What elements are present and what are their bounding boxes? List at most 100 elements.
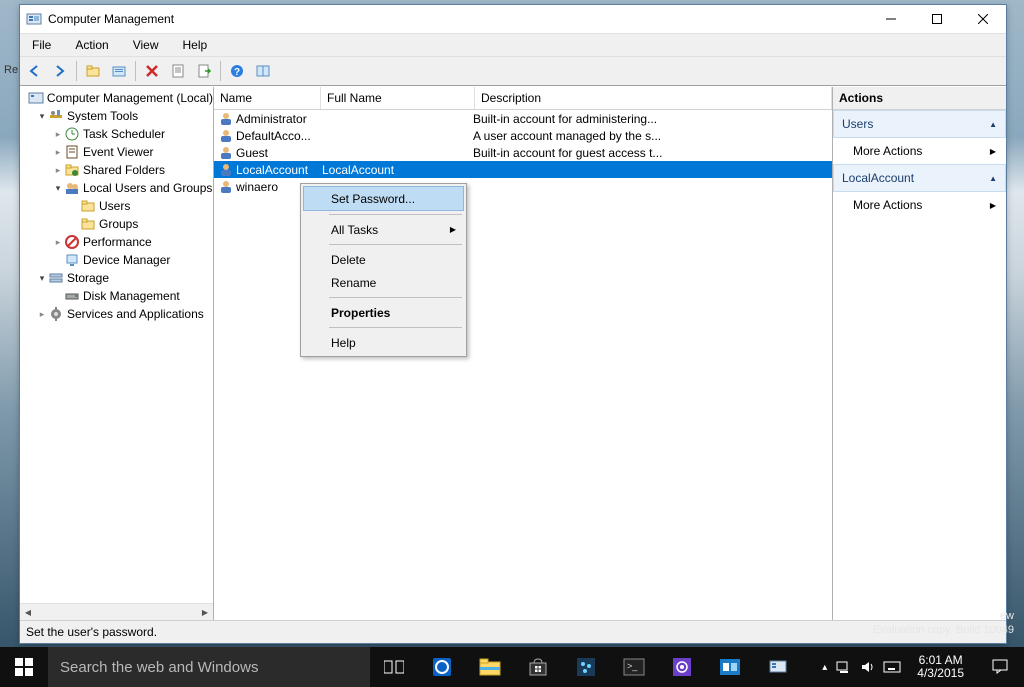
- menu-separator: [329, 327, 462, 328]
- tree-item[interactable]: Groups: [20, 215, 213, 233]
- user-row[interactable]: GuestBuilt-in account for guest access t…: [214, 144, 832, 161]
- context-menu-item[interactable]: Rename: [303, 271, 464, 294]
- tree-item[interactable]: Device Manager: [20, 251, 213, 269]
- context-menu-item[interactable]: Help: [303, 331, 464, 354]
- export-button[interactable]: [192, 59, 216, 83]
- task-view-icon[interactable]: [370, 647, 418, 687]
- expand-icon[interactable]: ▸: [52, 237, 64, 248]
- context-menu-item[interactable]: Delete: [303, 248, 464, 271]
- settings-icon[interactable]: [658, 647, 706, 687]
- column-header[interactable]: Description: [475, 87, 832, 109]
- expand-icon[interactable]: ▸: [52, 147, 64, 158]
- properties-folder-button[interactable]: [107, 59, 131, 83]
- expand-icon[interactable]: ▸: [52, 129, 64, 140]
- scroll-left-button[interactable]: ◀: [20, 604, 36, 620]
- taskbar[interactable]: Search the web and Windows >_ ▴ 6:01 AM …: [0, 647, 1024, 687]
- clock-icon: [64, 126, 80, 142]
- tree-item[interactable]: ▸Performance: [20, 233, 213, 251]
- context-menu: Set Password... All Tasks▶ DeleteRename Pro…: [300, 183, 467, 357]
- actions-pane: Actions Users▲More Actions▶LocalAccount▲…: [833, 87, 1006, 620]
- menu-help[interactable]: Help: [179, 36, 212, 54]
- nav-back-button[interactable]: [22, 59, 46, 83]
- column-header[interactable]: Name: [214, 87, 321, 109]
- toolbar-separator: [220, 61, 221, 81]
- action-group-header[interactable]: LocalAccount▲: [833, 164, 1006, 192]
- clock[interactable]: 6:01 AM 4/3/2015: [909, 654, 972, 680]
- edge-icon[interactable]: [418, 647, 466, 687]
- tree-item-label: Users: [99, 199, 130, 213]
- tree-item[interactable]: ▾ Storage: [20, 269, 213, 287]
- clock-date: 4/3/2015: [917, 667, 964, 680]
- computer-management-taskbar-icon[interactable]: [754, 647, 802, 687]
- system-tray[interactable]: ▴ 6:01 AM 4/3/2015: [822, 647, 1024, 687]
- menu-view[interactable]: View: [129, 36, 163, 54]
- keyboard-icon[interactable]: [883, 660, 901, 674]
- user-row[interactable]: AdministratorBuilt-in account for admini…: [214, 110, 832, 127]
- action-group-header[interactable]: Users▲: [833, 110, 1006, 138]
- view-options-button[interactable]: [251, 59, 275, 83]
- tree-horizontal-scrollbar[interactable]: ◀ ▶: [20, 603, 213, 620]
- context-menu-label: Set Password...: [331, 192, 415, 206]
- tree-item-label: Task Scheduler: [83, 127, 165, 141]
- network-icon[interactable]: [835, 659, 851, 675]
- action-item[interactable]: More Actions▶: [833, 192, 1006, 218]
- taskbar-search[interactable]: Search the web and Windows: [48, 647, 370, 687]
- tree-item[interactable]: Disk Management: [20, 287, 213, 305]
- scroll-right-button[interactable]: ▶: [197, 604, 213, 620]
- navigation-tree[interactable]: Computer Management (Local)▾System Tools…: [20, 87, 213, 603]
- context-menu-item[interactable]: Properties: [303, 301, 464, 324]
- tree-item[interactable]: ▸ Task Scheduler: [20, 125, 213, 143]
- close-button[interactable]: [960, 5, 1006, 33]
- app-icon-2[interactable]: [706, 647, 754, 687]
- user-row[interactable]: DefaultAcco...A user account managed by …: [214, 127, 832, 144]
- maximize-button[interactable]: [914, 5, 960, 33]
- volume-icon[interactable]: [859, 659, 875, 675]
- menu-action[interactable]: Action: [71, 36, 112, 54]
- collapse-icon: ▲: [989, 174, 997, 183]
- app-icon-1[interactable]: [562, 647, 610, 687]
- scroll-track[interactable]: [36, 604, 197, 620]
- title-bar[interactable]: Computer Management: [20, 5, 1006, 33]
- tree-item[interactable]: ▸Shared Folders: [20, 161, 213, 179]
- tree-item[interactable]: ▸Services and Applications: [20, 305, 213, 323]
- tree-item[interactable]: ▸Event Viewer: [20, 143, 213, 161]
- user-row[interactable]: LocalAccountLocalAccount: [214, 161, 832, 178]
- action-item[interactable]: More Actions▶: [833, 138, 1006, 164]
- user-name: winaero: [236, 180, 278, 194]
- up-level-button[interactable]: [81, 59, 105, 83]
- tree-item[interactable]: Computer Management (Local): [20, 89, 213, 107]
- column-header[interactable]: Full Name: [321, 87, 475, 109]
- tree-item[interactable]: ▾System Tools: [20, 107, 213, 125]
- user-icon: [218, 162, 234, 178]
- event-icon: [64, 144, 80, 160]
- expand-icon[interactable]: ▾: [52, 183, 64, 194]
- tools-icon: [48, 108, 64, 124]
- tree-item-label: Storage: [67, 271, 109, 285]
- user-icon: [218, 111, 234, 127]
- expand-icon[interactable]: ▸: [52, 165, 64, 176]
- menu-separator: [329, 244, 462, 245]
- properties-sheet-button[interactable]: [166, 59, 190, 83]
- tray-chevron-icon[interactable]: ▴: [822, 662, 827, 673]
- help-button[interactable]: ?: [225, 59, 249, 83]
- store-icon[interactable]: [514, 647, 562, 687]
- file-explorer-icon[interactable]: [466, 647, 514, 687]
- tree-item[interactable]: Users: [20, 197, 213, 215]
- delete-button[interactable]: [140, 59, 164, 83]
- expand-icon[interactable]: ▾: [36, 111, 48, 122]
- context-menu-item[interactable]: All Tasks▶: [303, 218, 464, 241]
- watermark-line1: ew: [873, 609, 1014, 623]
- list-header[interactable]: NameFull NameDescription: [214, 87, 832, 110]
- expand-icon[interactable]: ▾: [36, 273, 48, 284]
- nav-forward-button[interactable]: [48, 59, 72, 83]
- minimize-button[interactable]: [868, 5, 914, 33]
- svg-text:?: ?: [234, 67, 240, 78]
- terminal-icon[interactable]: >_: [610, 647, 658, 687]
- menu-file[interactable]: File: [28, 36, 55, 54]
- start-button[interactable]: [0, 647, 48, 687]
- notifications-icon[interactable]: [980, 647, 1020, 687]
- tree-item[interactable]: ▾Local Users and Groups: [20, 179, 213, 197]
- expand-icon[interactable]: ▸: [36, 309, 48, 320]
- user-name: Guest: [236, 146, 268, 160]
- context-menu-item[interactable]: Set Password...: [303, 186, 464, 211]
